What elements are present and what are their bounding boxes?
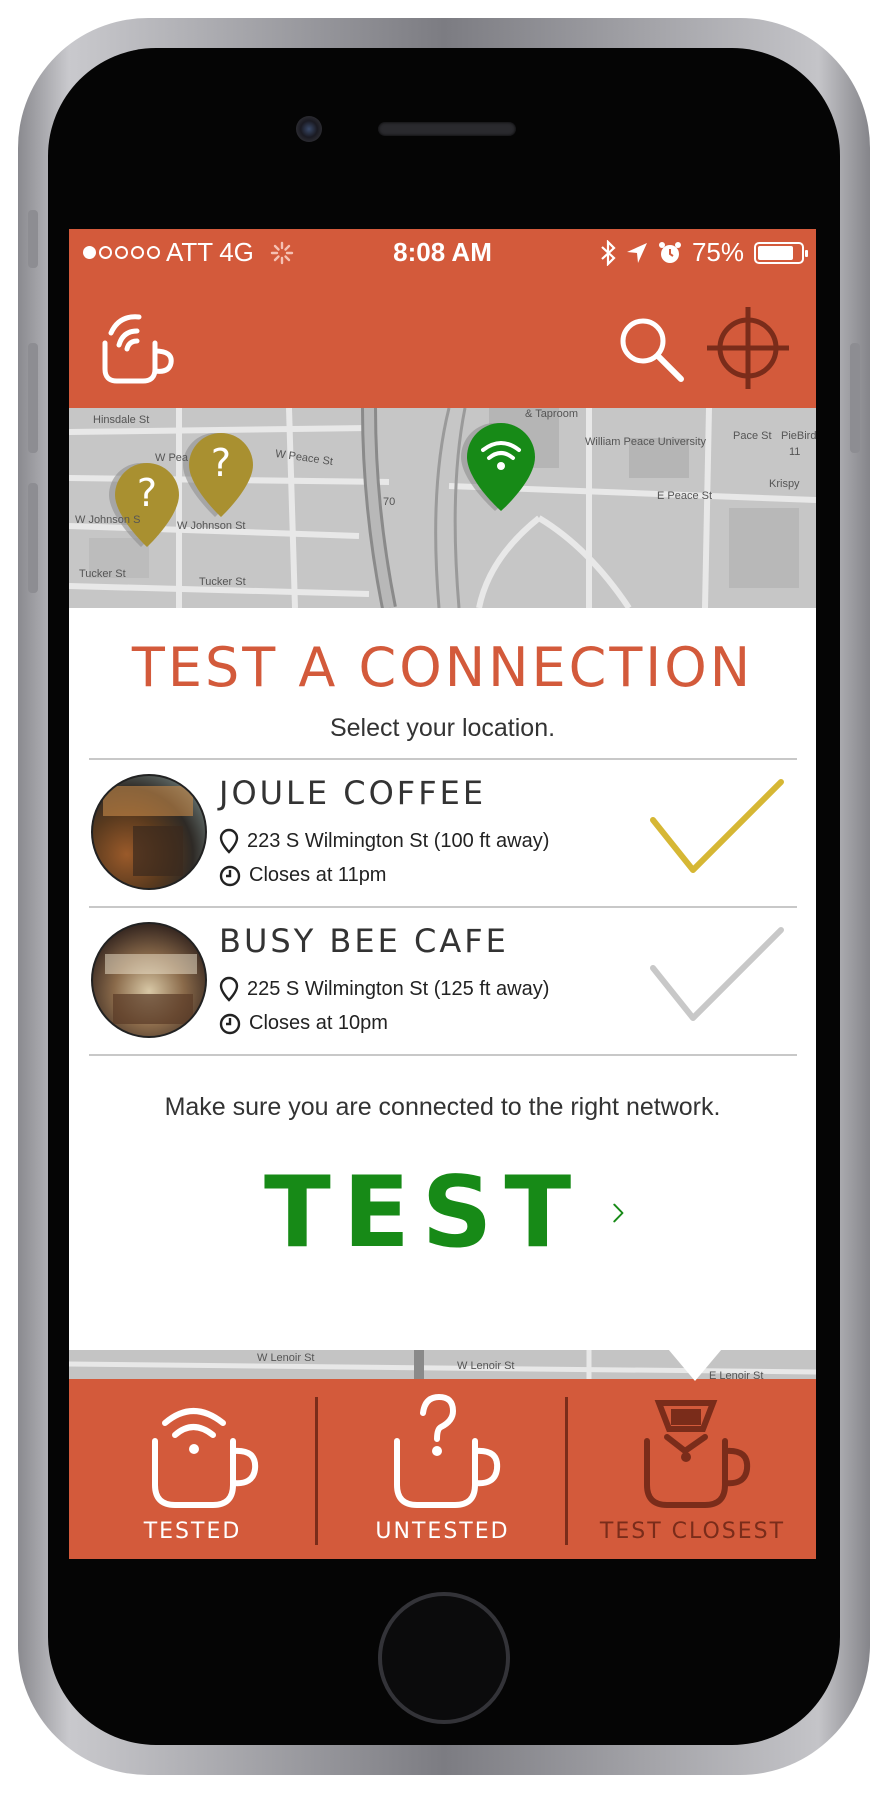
app-screen: ATT 4G 8:08 AM 75% ? ? Hinsdale St W Pea… bbox=[69, 229, 816, 1559]
bluetooth-icon bbox=[601, 239, 616, 266]
wifi-cup-icon bbox=[152, 1408, 259, 1508]
location-row-busy-bee-cafe[interactable]: BUSY BEE CAFE 225 S Wilmington St (125 f… bbox=[89, 908, 797, 1054]
question-cup-icon bbox=[394, 1393, 501, 1508]
location-name: JOULE COFFEE bbox=[219, 774, 487, 812]
location-address: 225 S Wilmington St (125 ft away) bbox=[219, 976, 549, 1002]
location-row-joule-coffee[interactable]: JOULE COFFEE 223 S Wilmington St (100 ft… bbox=[89, 760, 797, 906]
location-arrow-icon bbox=[626, 242, 647, 263]
map-label: & Taproom bbox=[525, 408, 578, 420]
checkmark-selected-icon[interactable] bbox=[647, 778, 787, 878]
map-label: Pace St bbox=[733, 430, 772, 442]
test-button[interactable]: TEST bbox=[264, 1156, 624, 1270]
location-photo bbox=[91, 774, 207, 890]
map-label: 11 bbox=[789, 446, 801, 458]
mute-switch bbox=[28, 210, 38, 268]
tab-label: TESTED bbox=[143, 1519, 242, 1544]
map-label: E Peace St bbox=[657, 490, 713, 502]
map-label: W Lenoir St bbox=[257, 1352, 315, 1364]
cup-test-icon bbox=[644, 1400, 751, 1508]
nav-bar bbox=[69, 275, 816, 408]
wifi-coffee-cup-icon[interactable] bbox=[99, 303, 183, 387]
map-label: Hinsdale St bbox=[93, 414, 150, 426]
svg-text:?: ? bbox=[211, 441, 231, 485]
location-hours: Closes at 10pm bbox=[219, 1012, 388, 1035]
clock-icon bbox=[219, 1013, 241, 1034]
panel-subtitle: Select your location. bbox=[329, 714, 556, 742]
front-camera bbox=[296, 116, 322, 142]
search-icon[interactable] bbox=[617, 315, 685, 383]
tab-test-closest[interactable]: TEST CLOSEST bbox=[569, 1379, 816, 1559]
location-address: 223 S Wilmington St (100 ft away) bbox=[219, 828, 549, 854]
tab-bar: TESTED UNTESTED TEST CLOSEST bbox=[69, 1343, 816, 1559]
tab-label: UNTESTED bbox=[375, 1519, 510, 1544]
network-note: Make sure you are connected to the right… bbox=[164, 1093, 721, 1121]
location-photo bbox=[91, 922, 207, 1038]
battery-icon bbox=[754, 241, 808, 264]
divider bbox=[89, 1054, 797, 1056]
checkmark-unselected-icon[interactable] bbox=[647, 926, 787, 1026]
tab-tested[interactable]: TESTED bbox=[69, 1379, 316, 1559]
tab-untested[interactable]: UNTESTED bbox=[319, 1379, 566, 1559]
tab-separator bbox=[315, 1397, 318, 1545]
map-label: Tucker St bbox=[79, 568, 126, 580]
map-label: William Peace University bbox=[585, 436, 707, 448]
map-label: W Lenoir St bbox=[457, 1360, 515, 1372]
status-bar: ATT 4G 8:08 AM 75% bbox=[69, 229, 816, 275]
map-label: Tucker St bbox=[199, 576, 246, 588]
clock-icon bbox=[219, 865, 241, 886]
alarm-icon bbox=[658, 241, 681, 263]
tab-label: TEST CLOSEST bbox=[599, 1519, 786, 1544]
chevron-right-icon bbox=[613, 1203, 624, 1223]
map-label: W Pea bbox=[155, 452, 189, 464]
map-view[interactable]: ? ? Hinsdale St W Peace St W Pea W Johns… bbox=[69, 408, 816, 608]
map-label: W Johnson S bbox=[75, 514, 141, 526]
test-button-label: TEST bbox=[264, 1156, 584, 1270]
location-name: BUSY BEE CAFE bbox=[219, 922, 509, 960]
volume-down-button bbox=[28, 483, 38, 593]
active-tab-pointer bbox=[663, 1343, 727, 1381]
svg-text:?: ? bbox=[137, 471, 157, 515]
earpiece-speaker bbox=[378, 122, 516, 136]
test-connection-panel: TEST A CONNECTION Select your location. … bbox=[69, 608, 816, 1350]
battery-percent: 75% bbox=[691, 237, 744, 267]
map-label: W Johnson St bbox=[177, 520, 246, 532]
map-label: PieBird bbox=[781, 430, 816, 442]
crosshair-icon[interactable] bbox=[705, 305, 791, 391]
power-button bbox=[850, 343, 860, 453]
panel-title: TEST A CONNECTION bbox=[131, 636, 754, 699]
map-marker-icon bbox=[219, 976, 239, 1002]
home-button[interactable] bbox=[378, 1592, 510, 1724]
map-marker-icon bbox=[219, 828, 239, 854]
tab-separator bbox=[565, 1397, 568, 1545]
volume-up-button bbox=[28, 343, 38, 453]
map-label: Krispy bbox=[769, 478, 800, 490]
location-hours: Closes at 11pm bbox=[219, 864, 386, 887]
map-label: 70 bbox=[383, 496, 396, 508]
